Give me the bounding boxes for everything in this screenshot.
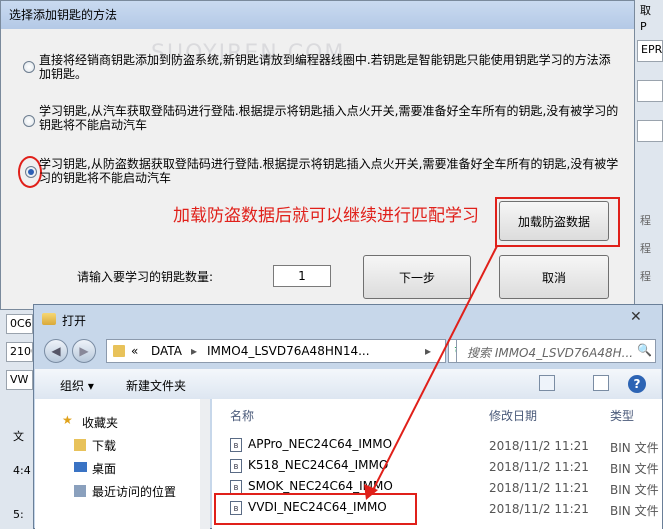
annotation-arrow <box>364 245 498 500</box>
annotation-arrow-line <box>371 245 498 493</box>
